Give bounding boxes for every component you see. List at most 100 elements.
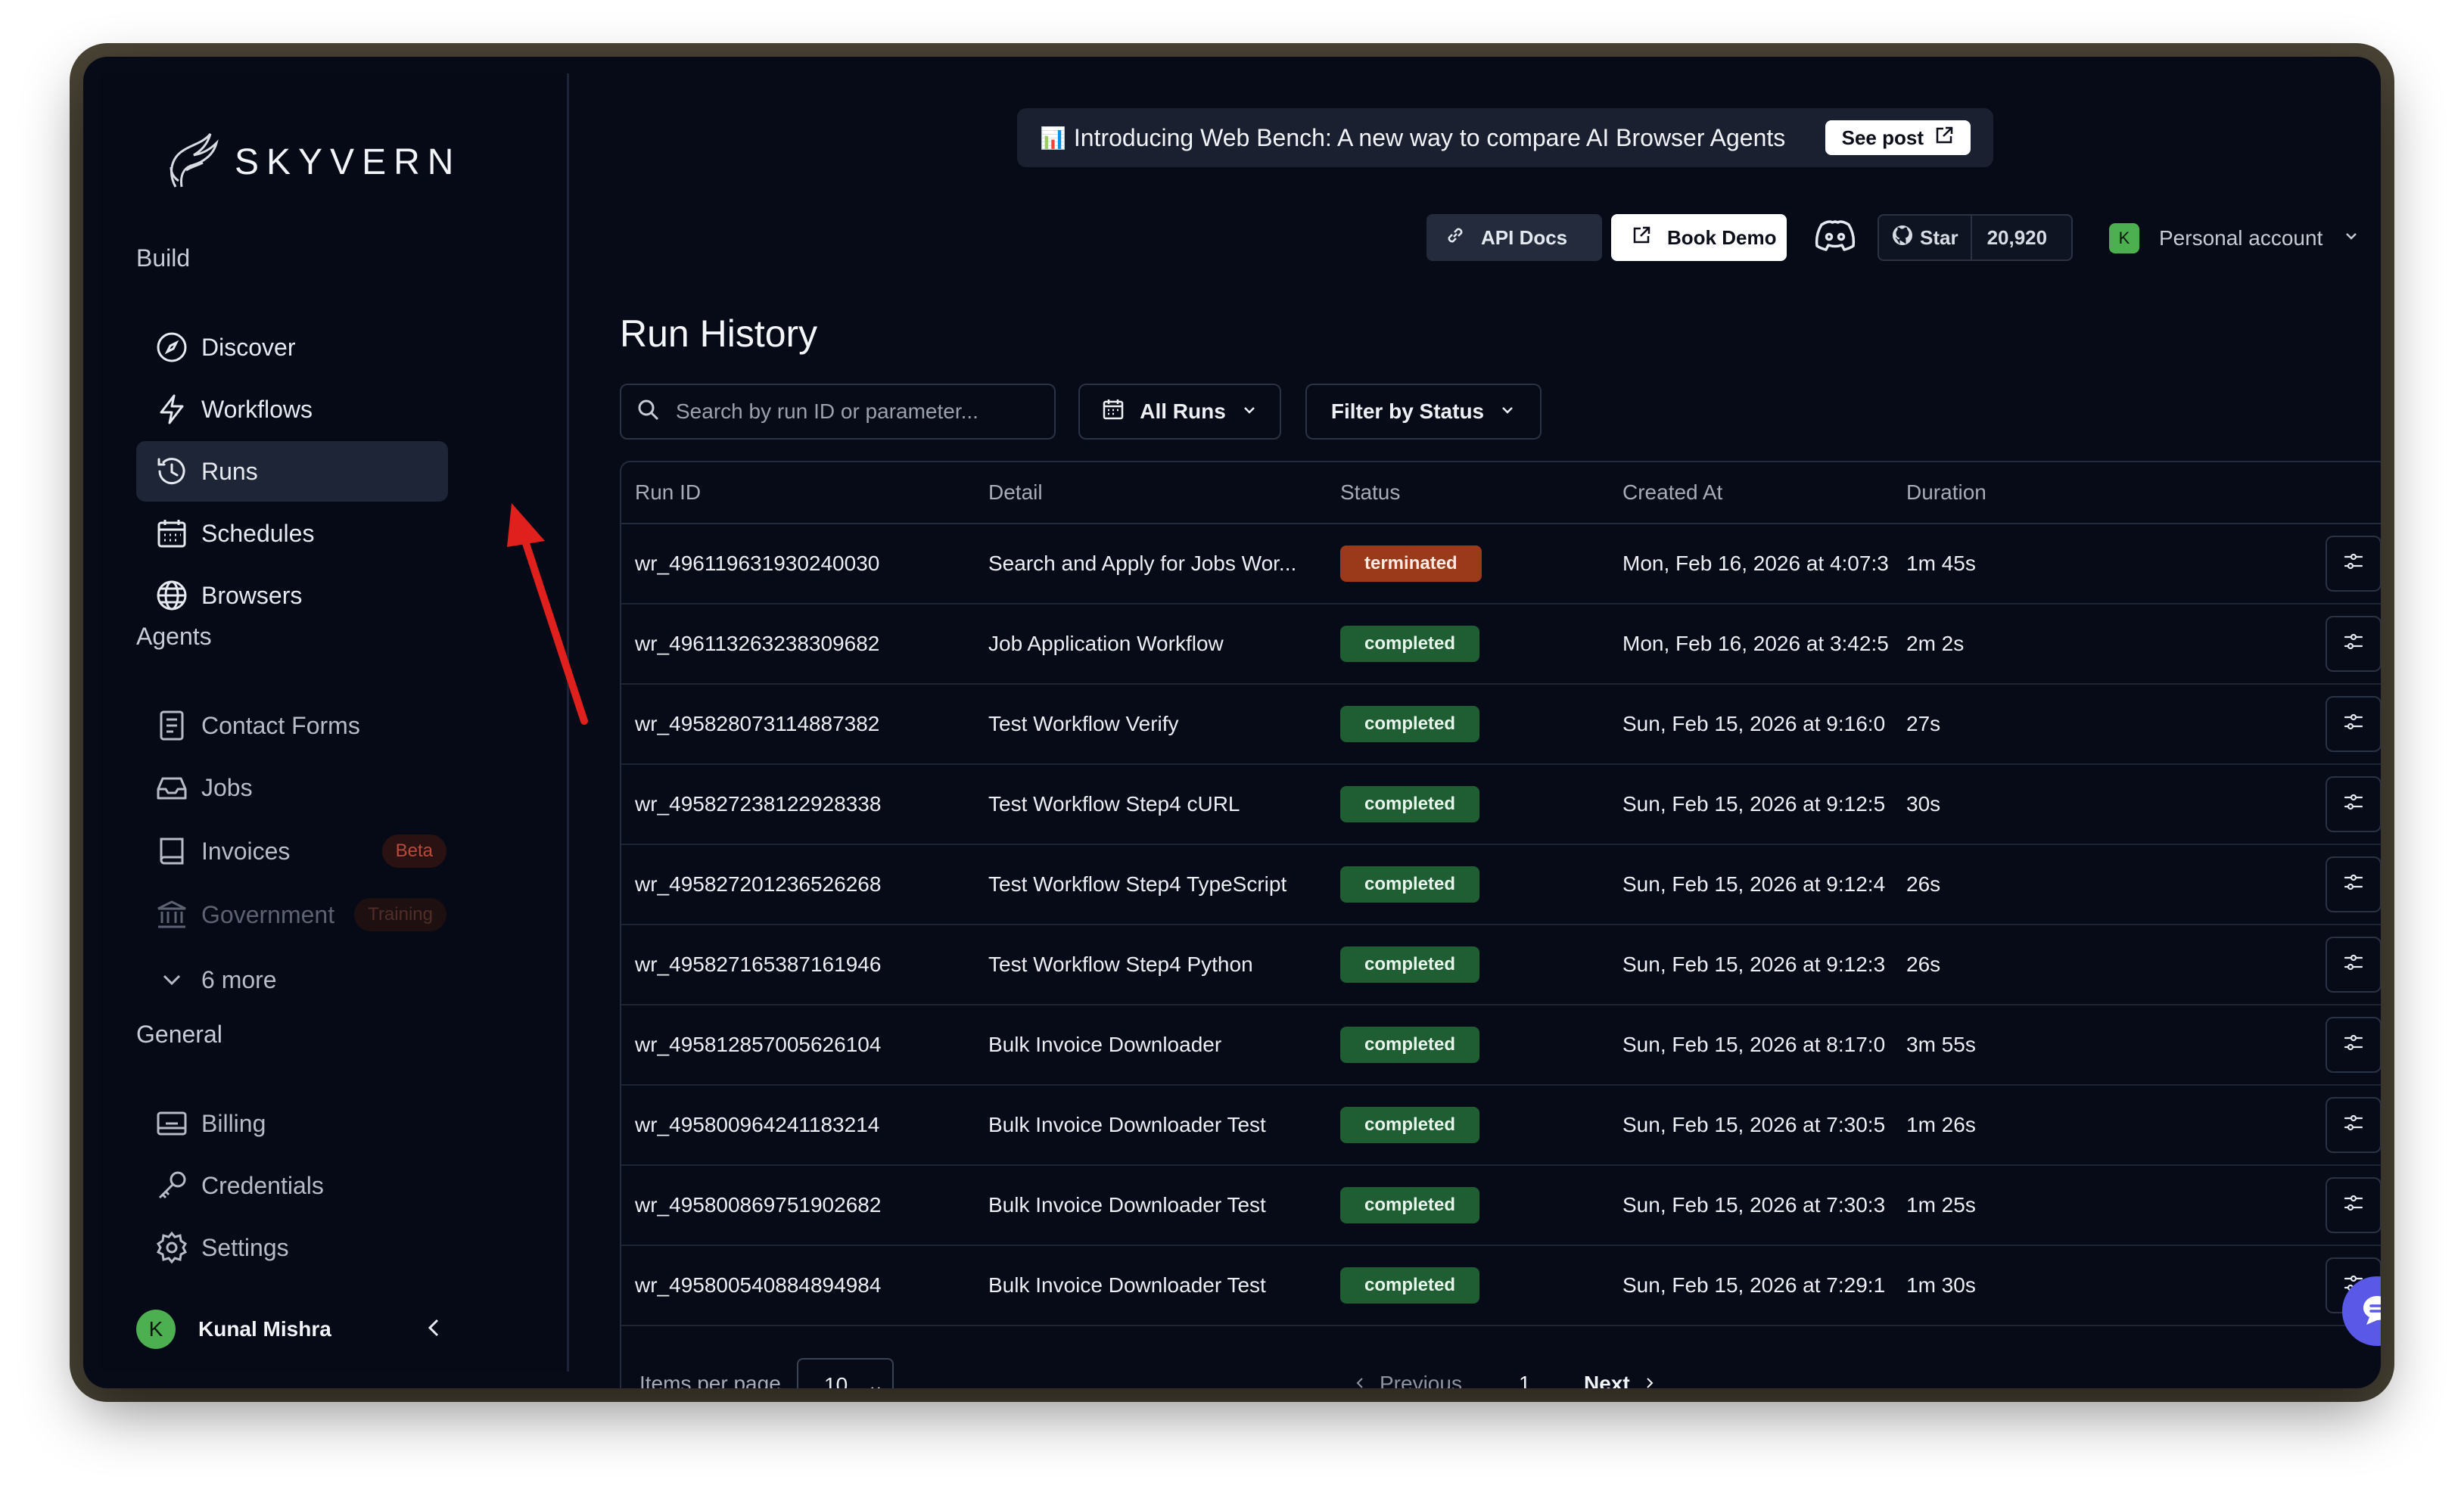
- table-row[interactable]: wr_495827238122928338 Test Workflow Step4…: [621, 765, 2381, 845]
- duration: 1m 30s: [1906, 1273, 1976, 1297]
- search-box[interactable]: [620, 384, 1056, 440]
- header-duration: Duration: [1906, 480, 1986, 504]
- action-cell: [2326, 1166, 2381, 1245]
- see-post-button[interactable]: See post: [1825, 120, 1971, 155]
- sidebar-item-contact-forms[interactable]: Contact Forms: [136, 695, 448, 756]
- previous-page-button[interactable]: Previous: [1352, 1372, 1462, 1388]
- sliders-icon: [2342, 630, 2365, 658]
- status-cell: completed: [1340, 1086, 1613, 1164]
- account-switcher[interactable]: K Personal account: [2109, 217, 2360, 260]
- created-at: Sun, Feb 15, 2026 at 9:16:0: [1622, 712, 1886, 735]
- run-detail: Test Workflow Step4 Python: [988, 953, 1253, 976]
- discord-button[interactable]: [1811, 214, 1859, 261]
- action-cell: [2326, 925, 2381, 1004]
- table-row[interactable]: wr_495800964241183214 Bulk Invoice Downlo…: [621, 1086, 2381, 1166]
- compass-icon: [154, 330, 189, 365]
- sliders-icon: [2342, 1192, 2365, 1220]
- table-row[interactable]: wr_495800869751902682 Bulk Invoice Downlo…: [621, 1166, 2381, 1246]
- run-id[interactable]: wr_495800964241183214: [635, 1086, 983, 1164]
- table-row[interactable]: wr_496113263238309682 Job Application Wor…: [621, 604, 2381, 685]
- status-badge: completed: [1340, 1027, 1480, 1063]
- run-parameters-button[interactable]: [2326, 536, 2381, 592]
- table-row[interactable]: wr_495827201236526268 Test Workflow Step4…: [621, 845, 2381, 925]
- training-badge: Training: [354, 898, 446, 931]
- table-row[interactable]: wr_495827165387161946 Test Workflow Step4…: [621, 925, 2381, 1005]
- run-id[interactable]: wr_495800869751902682: [635, 1166, 983, 1245]
- run-parameters-button[interactable]: [2326, 616, 2381, 672]
- status-cell: completed: [1340, 765, 1613, 844]
- sidebar-item-government[interactable]: Government Training: [136, 884, 448, 945]
- chevron-down-icon: [2342, 226, 2360, 250]
- header-run-id: Run ID: [635, 480, 702, 504]
- logo-text: SKYVERN: [235, 142, 462, 182]
- table-row[interactable]: wr_495800540884894984 Bulk Invoice Downlo…: [621, 1246, 2381, 1326]
- run-id[interactable]: wr_495827238122928338: [635, 765, 983, 844]
- search-input[interactable]: [676, 399, 1039, 424]
- run-id[interactable]: wr_496113263238309682: [635, 604, 983, 683]
- status-badge: terminated: [1340, 545, 1482, 582]
- sidebar-item-runs[interactable]: Runs: [136, 441, 448, 502]
- items-per-page-label: Items per page: [639, 1372, 781, 1388]
- status-cell: completed: [1340, 685, 1613, 763]
- run-parameters-button[interactable]: [2326, 937, 2381, 993]
- sidebar-item-browsers[interactable]: Browsers: [136, 565, 448, 626]
- run-id[interactable]: wr_496119631930240030: [635, 524, 983, 603]
- run-id[interactable]: wr_495800540884894984: [635, 1246, 983, 1325]
- sidebar-item-label: Discover: [201, 333, 296, 361]
- run-parameters-button[interactable]: [2326, 696, 2381, 752]
- chevron-down-icon: [868, 1378, 883, 1388]
- table-row[interactable]: wr_495812857005626104 Bulk Invoice Downlo…: [621, 1005, 2381, 1086]
- section-title-agents: Agents: [136, 623, 212, 650]
- user-profile[interactable]: K Kunal Mishra: [136, 1307, 448, 1352]
- account-label: Personal account: [2159, 226, 2323, 250]
- sidebar-item-discover[interactable]: Discover: [136, 317, 448, 378]
- table-row[interactable]: wr_496119631930240030 Search and Apply fo…: [621, 524, 2381, 604]
- action-cell: [2326, 1086, 2381, 1164]
- duration: 1m 26s: [1906, 1113, 1976, 1136]
- previous-label: Previous: [1380, 1372, 1462, 1388]
- sidebar-item-schedules[interactable]: Schedules: [136, 503, 448, 564]
- run-parameters-button[interactable]: [2326, 1177, 2381, 1233]
- run-parameters-button[interactable]: [2326, 1017, 2381, 1073]
- sidebar-item-settings[interactable]: Settings: [136, 1217, 448, 1278]
- created-at: Mon, Feb 16, 2026 at 4:07:3: [1622, 552, 1889, 575]
- all-runs-dropdown[interactable]: All Runs: [1078, 384, 1281, 440]
- globe-icon: [154, 578, 189, 613]
- action-cell: [2326, 845, 2381, 924]
- next-page-button[interactable]: Next: [1584, 1372, 1657, 1388]
- api-docs-button[interactable]: API Docs: [1426, 214, 1602, 261]
- run-detail: Search and Apply for Jobs Wor...: [988, 552, 1297, 575]
- book-demo-button[interactable]: Book Demo: [1611, 214, 1787, 261]
- wallet-icon: [154, 1106, 189, 1141]
- run-parameters-button[interactable]: [2326, 856, 2381, 912]
- run-parameters-button[interactable]: [2326, 776, 2381, 832]
- sliders-icon: [2342, 791, 2365, 819]
- sidebar-item-billing[interactable]: Billing: [136, 1093, 448, 1154]
- page-number[interactable]: 1: [1519, 1372, 1531, 1388]
- run-detail: Test Workflow Step4 TypeScript: [988, 872, 1287, 896]
- gear-icon: [154, 1230, 189, 1265]
- inbox-icon: [154, 770, 189, 805]
- run-id[interactable]: wr_495812857005626104: [635, 1005, 983, 1084]
- run-id[interactable]: wr_495827201236526268: [635, 845, 983, 924]
- table-row[interactable]: wr_495828073114887382 Test Workflow Verif…: [621, 685, 2381, 765]
- sidebar-item-more[interactable]: 6 more: [136, 949, 448, 1010]
- beta-badge: Beta: [381, 834, 446, 868]
- run-parameters-button[interactable]: [2326, 1097, 2381, 1153]
- sidebar-item-jobs[interactable]: Jobs: [136, 757, 448, 818]
- github-star-button[interactable]: Star 20,920: [1878, 214, 2073, 261]
- book-demo-label: Book Demo: [1667, 225, 1777, 249]
- discord-icon: [1814, 219, 1856, 257]
- filter-status-dropdown[interactable]: Filter by Status: [1305, 384, 1542, 440]
- created-at: Sun, Feb 15, 2026 at 9:12:3: [1622, 953, 1886, 976]
- collapse-sidebar-icon[interactable]: [421, 1314, 448, 1345]
- sidebar-item-label: 6 more: [201, 965, 277, 993]
- sidebar-item-workflows[interactable]: Workflows: [136, 379, 448, 440]
- sidebar-item-invoices[interactable]: Invoices Beta: [136, 821, 448, 881]
- sidebar-item-credentials[interactable]: Credentials: [136, 1155, 448, 1216]
- run-id[interactable]: wr_495827165387161946: [635, 925, 983, 1004]
- items-per-page-select[interactable]: 10: [797, 1358, 894, 1388]
- skyvern-logo-icon: [160, 128, 221, 197]
- run-id[interactable]: wr_495828073114887382: [635, 685, 983, 763]
- logo[interactable]: SKYVERN: [160, 128, 461, 197]
